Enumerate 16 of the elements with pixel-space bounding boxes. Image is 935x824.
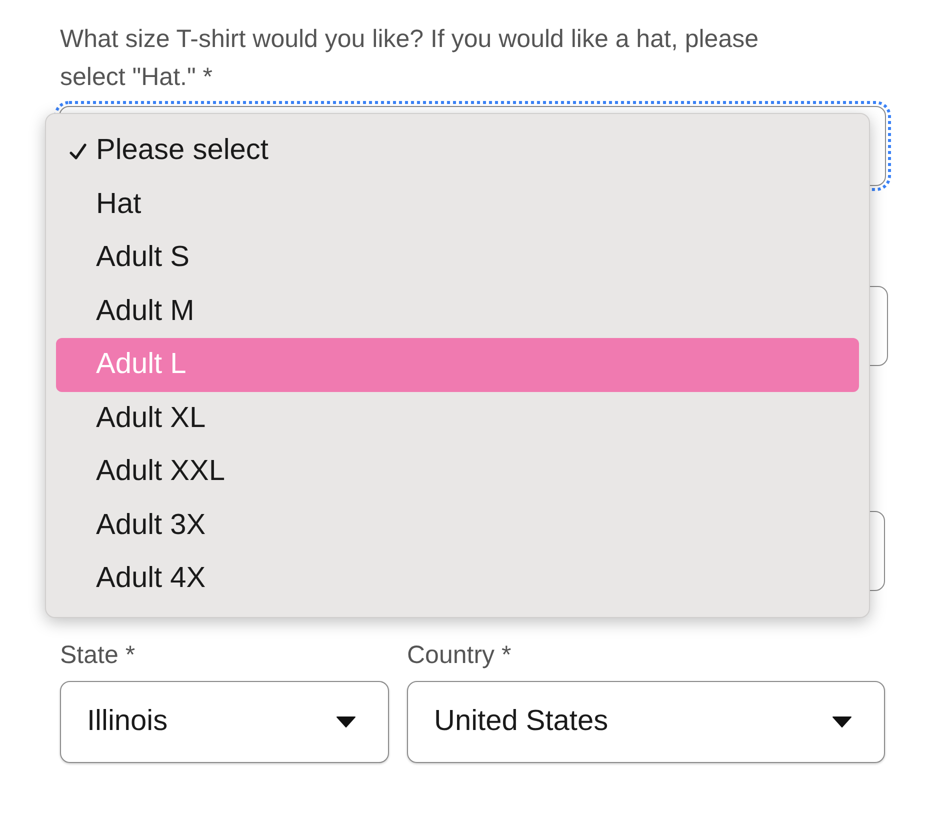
menu-option[interactable]: Hat — [56, 178, 859, 231]
question-label: What size T-shirt would you like? If you would like a hat, please select "Hat." * — [60, 24, 760, 93]
menu-option[interactable]: Adult M — [56, 284, 859, 338]
field-label: Country * — [407, 640, 512, 671]
caret-icon — [832, 716, 852, 728]
caret-icon — [336, 716, 356, 728]
menu-option[interactable]: Adult 3X — [56, 498, 859, 552]
select-field[interactable]: United States — [407, 681, 885, 763]
select-field[interactable]: Illinois — [60, 681, 389, 763]
field-label: State * — [60, 640, 136, 671]
menu-option[interactable]: Adult XL — [56, 392, 859, 445]
menu-option[interactable]: Adult S — [56, 231, 859, 284]
menu-option[interactable]: Adult XXL — [56, 445, 859, 498]
checkmark-icon — [68, 142, 88, 162]
menu-option[interactable]: Adult 4X — [56, 552, 859, 606]
menu-option[interactable]: Please select — [56, 124, 859, 178]
